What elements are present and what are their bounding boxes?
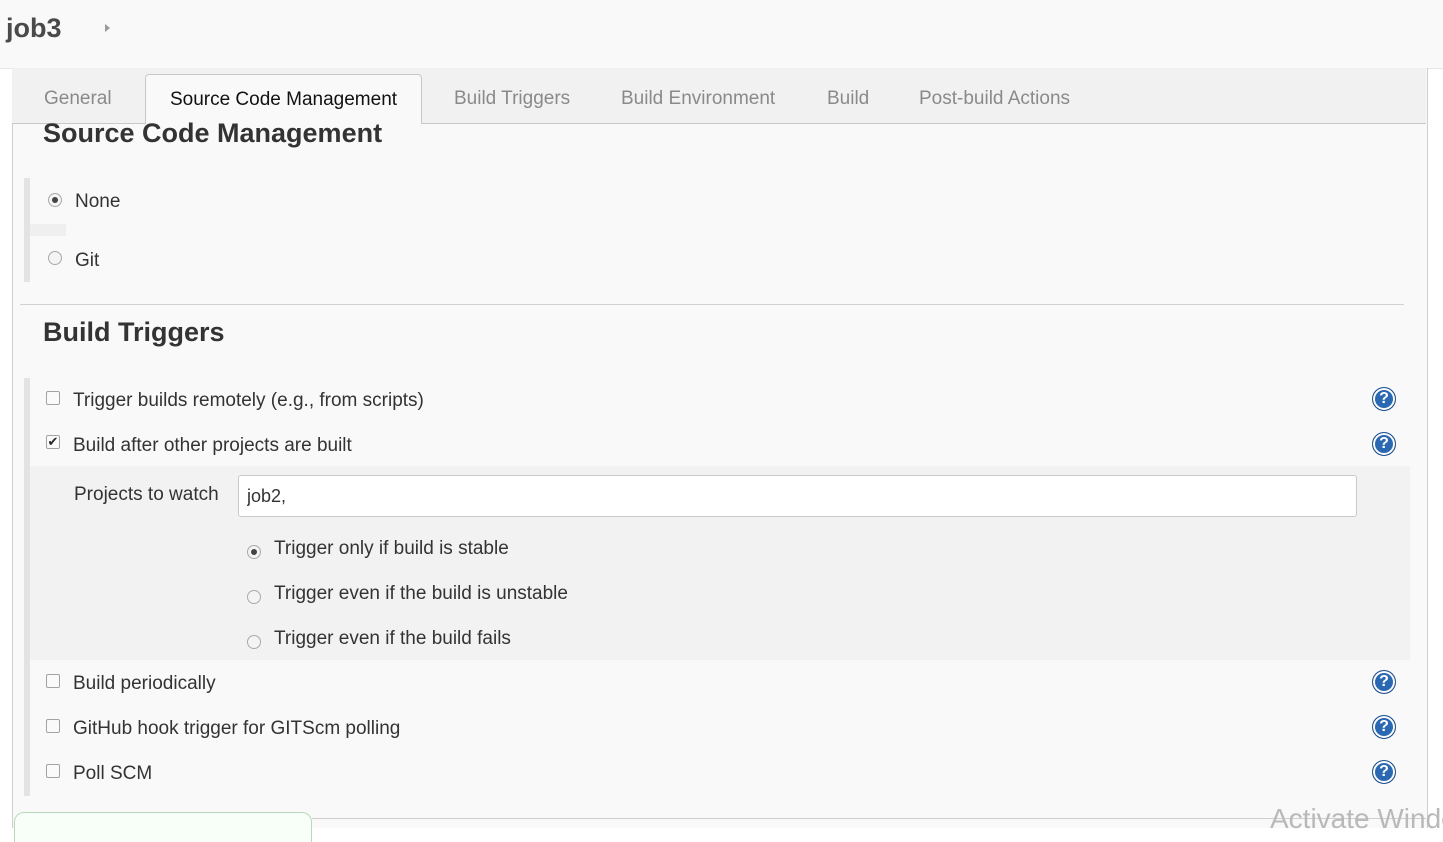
trigger-fails-label[interactable]: Trigger even if the build fails bbox=[274, 628, 511, 650]
save-apply-bar[interactable] bbox=[14, 812, 312, 842]
build-triggers-section-title: Build Triggers bbox=[43, 317, 225, 347]
bottom-divider bbox=[312, 818, 1426, 819]
projects-to-watch-input[interactable] bbox=[238, 475, 1357, 517]
tab-post-build-actions[interactable]: Post-build Actions bbox=[919, 74, 1070, 123]
trigger-stable-label[interactable]: Trigger only if build is stable bbox=[274, 538, 509, 560]
github-hook-trigger-label[interactable]: GitHub hook trigger for GITScm polling bbox=[73, 718, 400, 740]
help-icon[interactable]: ? bbox=[1372, 432, 1396, 456]
tab-source-code-management[interactable]: Source Code Management bbox=[145, 74, 422, 124]
trigger-unstable-radio[interactable] bbox=[247, 590, 261, 604]
scm-option-separator bbox=[30, 224, 66, 236]
tab-general[interactable]: General bbox=[44, 74, 112, 123]
tab-build[interactable]: Build bbox=[827, 74, 869, 123]
build-after-other-projects-checkbox[interactable]: ✔ bbox=[46, 435, 60, 449]
trigger-remotely-label[interactable]: Trigger builds remotely (e.g., from scri… bbox=[73, 390, 424, 412]
section-divider bbox=[20, 304, 1404, 305]
trigger-stable-radio[interactable] bbox=[247, 545, 261, 559]
poll-scm-label[interactable]: Poll SCM bbox=[73, 763, 152, 785]
help-icon[interactable]: ? bbox=[1372, 715, 1396, 739]
help-icon[interactable]: ? bbox=[1372, 760, 1396, 784]
poll-scm-checkbox[interactable] bbox=[46, 764, 60, 778]
github-hook-trigger-checkbox[interactable] bbox=[46, 719, 60, 733]
tab-build-environment[interactable]: Build Environment bbox=[621, 74, 775, 123]
build-periodically-checkbox[interactable] bbox=[46, 674, 60, 688]
trigger-fails-radio[interactable] bbox=[247, 635, 261, 649]
top-bar: job3 bbox=[0, 0, 1443, 69]
scm-section-title: Source Code Management bbox=[43, 118, 383, 148]
job-name[interactable]: job3 bbox=[6, 13, 62, 44]
build-after-other-projects-label[interactable]: Build after other projects are built bbox=[73, 435, 352, 457]
trigger-remotely-checkbox[interactable] bbox=[46, 391, 60, 405]
help-icon[interactable]: ? bbox=[1372, 670, 1396, 694]
trigger-unstable-label[interactable]: Trigger even if the build is unstable bbox=[274, 583, 568, 605]
build-periodically-label[interactable]: Build periodically bbox=[73, 673, 216, 695]
projects-to-watch-label: Projects to watch bbox=[74, 484, 219, 505]
breadcrumb-arrow-icon[interactable] bbox=[105, 24, 110, 32]
scm-git-radio[interactable] bbox=[48, 251, 62, 265]
activate-windows-watermark: Activate Windows bbox=[1270, 803, 1443, 834]
help-icon[interactable]: ? bbox=[1372, 387, 1396, 411]
scm-none-radio[interactable] bbox=[48, 193, 62, 207]
scm-git-label[interactable]: Git bbox=[75, 250, 99, 272]
scm-none-label[interactable]: None bbox=[75, 191, 120, 213]
tab-build-triggers[interactable]: Build Triggers bbox=[454, 74, 570, 123]
